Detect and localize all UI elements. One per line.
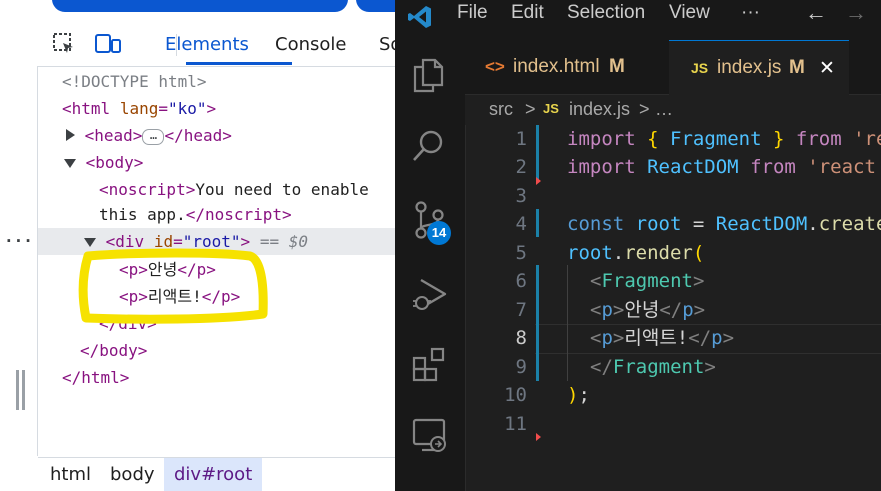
menu-file[interactable]: File [457,2,488,24]
dom-body-open[interactable]: <body> [64,150,143,176]
modified-badge: M [609,56,625,77]
devtools-toolbar: Elements Console So [38,22,395,67]
explorer-icon[interactable] [411,57,445,98]
code-line-9: </Fragment> [590,356,716,378]
collapse-triangle-icon[interactable] [84,238,96,247]
crumb-div-root[interactable]: div#root [164,458,263,491]
line-number: 6 [515,270,527,292]
modified-gutter-marker [536,125,539,181]
code-line-6: <Fragment> [590,270,705,292]
title-bar: File Edit Selection View ··· ← → [395,0,881,40]
code-line-4: const root = ReactDOM.create [567,213,881,235]
collapsed-ellipsis-icon[interactable]: … [142,128,165,145]
extensions-icon[interactable] [411,346,449,389]
nav-forward-icon[interactable]: → [845,0,867,26]
row-menu-icon[interactable]: ··· [4,228,33,254]
browser-address-pill[interactable] [52,0,348,12]
html-file-icon: <> [485,57,505,76]
crumb-separator: > [639,99,650,119]
browser-button-pill[interactable] [356,0,395,12]
resize-handle-bar-1[interactable] [16,370,19,410]
deleted-lines-marker [536,433,541,441]
crumb-folder[interactable]: src [489,99,513,120]
menu-more[interactable]: ··· [741,2,760,24]
line-number-current: 8 [515,327,527,349]
editor-breadcrumb: src > JS index.js > … [465,95,881,125]
tab-label: index.html [513,56,600,77]
tab-sources[interactable]: So [379,34,395,55]
crumb-html[interactable]: html [40,458,101,491]
search-icon[interactable] [411,128,447,169]
line-number: 4 [515,213,527,235]
line-number: 10 [504,384,527,406]
resize-handle-bar-2[interactable] [22,370,25,410]
yellow-highlight-annotation [78,248,268,324]
activity-bar: 14 [395,40,466,491]
close-icon[interactable]: ✕ [819,57,835,80]
deleted-lines-marker [536,177,541,185]
source-control-badge: 14 [427,221,451,245]
dom-noscript-cont[interactable]: this app.</noscript> [99,202,292,228]
code-line-8: <p>리액트!</p> [590,327,735,349]
breadcrumb: html body div#root [38,457,395,491]
line-number: 1 [515,128,527,150]
line-number: 3 [515,185,527,207]
modified-badge: M [789,57,805,78]
active-tab-indicator [186,62,292,65]
tab-console[interactable]: Console [275,34,346,55]
crumb-more[interactable]: … [655,99,673,120]
crumb-file[interactable]: index.js [569,99,630,120]
code-line-10: ); [567,384,590,406]
tab-elements[interactable]: Elements [165,34,249,55]
crumb-separator: > [525,99,536,119]
code-line-1: import { Fragment } from 're [567,128,881,150]
dom-body-close[interactable]: </body> [80,338,147,364]
code-line-7: <p>안녕</p> [590,299,706,321]
menu-selection[interactable]: Selection [567,2,645,24]
modified-gutter-marker [536,209,539,237]
dom-html-close[interactable]: </html> [62,365,129,391]
menu-view[interactable]: View [669,2,710,24]
devtools-panel: Elements Console So <!DOCTYPE html> <htm… [0,0,395,491]
expand-triangle-icon[interactable] [66,129,75,141]
line-number: 9 [515,356,527,378]
crumb-body[interactable]: body [100,458,165,491]
tab-index-html[interactable]: <> index.html M [465,40,669,94]
run-debug-icon[interactable] [411,274,449,319]
line-number: 7 [515,299,527,321]
code-line-2: import ReactDOM from 'react [567,156,876,178]
js-file-icon: JS [691,60,709,76]
js-file-icon: JS [543,101,559,116]
menu-edit[interactable]: Edit [511,2,544,24]
vscode-window: File Edit Selection View ··· ← → 14 <> i… [395,0,881,491]
line-number: 2 [515,156,527,178]
tab-index-js[interactable]: JS index.js M ✕ [669,40,849,95]
dom-html-open[interactable]: <html lang="ko"> [62,96,216,122]
line-number: 5 [515,242,527,264]
line-number: 11 [504,413,527,435]
editor-tabs: <> index.html M JS index.js M ✕ [465,40,881,95]
vscode-logo-icon [407,4,433,35]
dom-doctype[interactable]: <!DOCTYPE html> [62,69,207,95]
remote-explorer-icon[interactable] [411,417,449,460]
inspect-element-icon[interactable] [52,32,76,61]
collapse-triangle-icon[interactable] [64,159,76,168]
dom-head[interactable]: <head>… </head> [66,123,232,149]
modified-gutter-marker [536,265,539,381]
nav-back-icon[interactable]: ← [805,0,827,26]
dom-noscript[interactable]: <noscript>You need to enable [99,177,369,203]
tab-label: index.js [717,57,782,78]
code-line-5: root.render( [567,242,705,264]
device-toolbar-icon[interactable] [94,32,122,61]
code-editor[interactable]: 1 2 3 4 5 6 7 8 9 10 11 import { Fragmen… [465,125,881,491]
